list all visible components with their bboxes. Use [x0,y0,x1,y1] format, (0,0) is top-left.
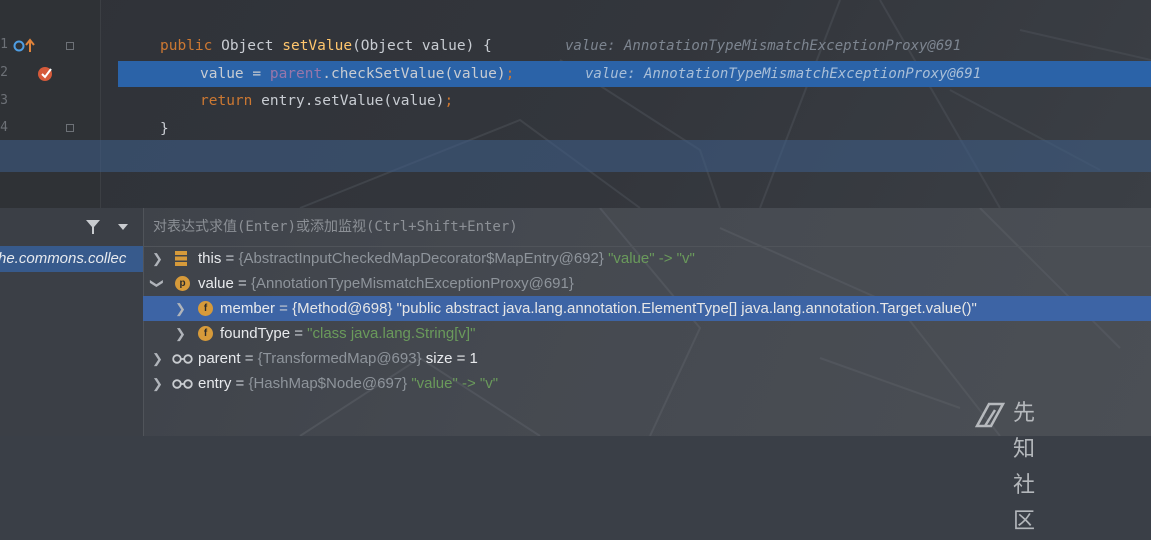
variable-type: {TransformedMap@693} [257,350,422,367]
equals-sign: = [221,250,239,267]
line-number: 3 [0,93,8,108]
code-token: .checkSetValue(value) [322,66,506,82]
field-icon: f [198,301,213,316]
collapse-arrow-icon[interactable]: ❯ [145,278,170,289]
line-number: 4 [0,120,8,135]
evaluate-expression-input[interactable] [153,217,753,237]
code-token: (Object value) { [352,38,492,54]
semicolon-token: ; [505,66,515,82]
line-number: 2 [0,65,8,80]
variable-row[interactable]: ❯ this = {AbstractInputCheckedMapDecorat… [143,246,1151,271]
variable-type: {AnnotationTypeMismatchExceptionProxy@69… [250,275,574,292]
current-execution-line: value = parent.checkSetValue(value); val… [118,61,1151,87]
expand-arrow-icon[interactable]: ❯ [152,246,163,271]
selected-stack-frame[interactable]: he.commons.collec [0,246,143,272]
variable-name: foundType [220,325,291,342]
inline-debug-value: value: AnnotationTypeMismatchExceptionPr… [565,38,962,54]
equals-sign: = [275,300,293,317]
variable-type: {AbstractInputCheckedMapDecorator$MapEnt… [238,250,604,267]
field-icon: f [198,326,213,341]
filter-icon[interactable] [86,220,100,234]
inline-debug-value: value: AnnotationTypeMismatchExceptionPr… [585,66,982,82]
variable-name: parent [198,350,241,367]
method-name: setValue [282,38,353,54]
code-token: entry.setValue(value) [252,93,445,109]
keyword: public [160,38,213,54]
equals-sign: = [231,375,249,392]
equals-sign: = [240,350,258,367]
code-token: Object [212,38,283,54]
variable-name: this [198,250,222,267]
watch-glasses-icon [172,354,193,364]
variable-name: value [198,275,234,292]
variable-value: "value" -> "v" [411,375,499,392]
stack-frame-label: he.commons.collec [0,250,127,267]
code-token: value = [200,66,270,82]
editor-gutter [0,0,100,208]
expand-arrow-icon[interactable]: ❯ [152,371,163,396]
chevron-down-icon[interactable] [118,224,128,230]
line-number: 1 [0,37,8,52]
expand-arrow-icon[interactable]: ❯ [175,296,186,321]
variable-type: {Method@698} [292,300,393,317]
fields-icon [175,251,187,266]
fold-marker[interactable] [66,42,74,50]
parameter-icon: p [175,276,190,291]
watermark-text: 先知社区 [1013,401,1038,534]
execution-highlight-band [0,140,1151,172]
variable-value: "class java.lang.String[v]" [307,325,476,342]
equals-sign: = [233,275,251,292]
frames-toolbar [0,208,143,244]
code-line: } [100,116,1151,142]
keyword: return [200,93,253,109]
equals-sign: = [290,325,308,342]
code-token: } [160,121,169,137]
variable-value: "public abstract java.lang.annotation.El… [396,300,977,317]
breakpoint-icon[interactable] [36,64,56,84]
field-token: parent [269,66,323,82]
variable-value: "value" -> "v" [608,250,695,267]
code-editor[interactable]: 1 public Object setValue(Object value) {… [0,0,1151,208]
variable-name: entry [198,375,232,392]
watermark-logo-icon [975,402,1005,428]
variable-row[interactable]: ❯ entry = {HashMap$Node@697} "value" -> … [143,371,1151,396]
variable-type: {HashMap$Node@697} [248,375,408,392]
fold-marker[interactable] [66,124,74,132]
variable-row[interactable]: ❯ p value = {AnnotationTypeMismatchExcep… [143,271,1151,296]
watch-glasses-icon [172,379,193,389]
variable-row[interactable]: ❯ f foundType = "class java.lang.String[… [143,321,1151,346]
variable-size: size = 1 [421,350,478,367]
variable-name: member [220,300,276,317]
expand-arrow-icon[interactable]: ❯ [152,346,163,371]
variable-row-selected[interactable]: ❯ f member = {Method@698} "public abstra… [143,296,1151,321]
expand-arrow-icon[interactable]: ❯ [175,321,186,346]
code-line: public Object setValue(Object value) { v… [100,33,1151,59]
override-method-icon[interactable] [13,38,37,54]
evaluate-expression-bar [143,208,1151,247]
code-line: return entry.setValue(value); [100,88,1151,114]
frames-pane: he.commons.collec [0,208,144,436]
semicolon-token: ; [444,93,454,109]
variable-row[interactable]: ❯ parent = {TransformedMap@693} size = 1 [143,346,1151,371]
